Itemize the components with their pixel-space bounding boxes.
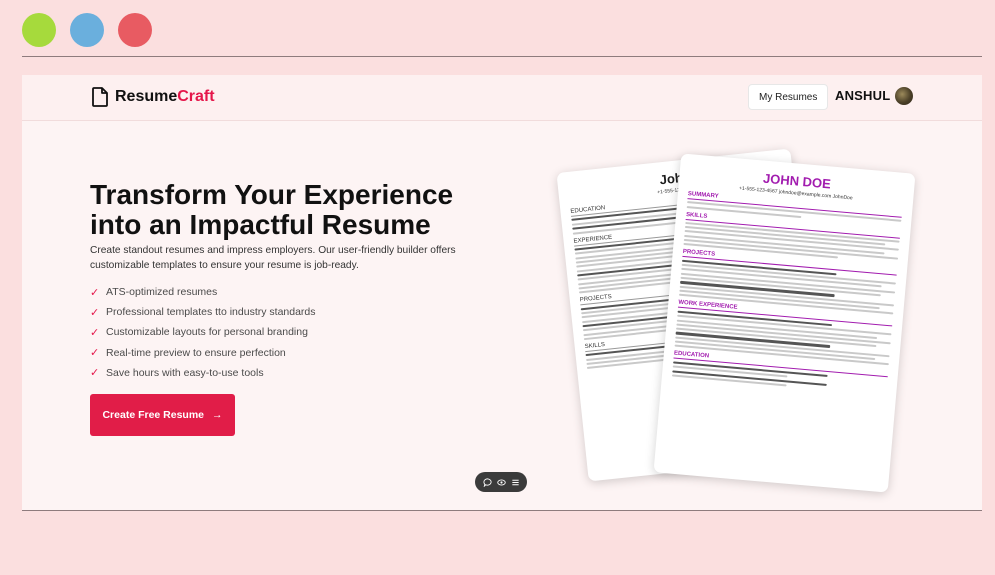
feature-item: ✓ Real-time preview to ensure perfection <box>90 343 316 363</box>
window-dot-blue[interactable] <box>70 13 104 47</box>
brand-name: Resume <box>115 88 178 105</box>
feature-label: Real-time preview to ensure perfection <box>106 346 286 359</box>
username-label[interactable]: ANSHUL <box>835 88 890 103</box>
feature-item: ✓ Customizable layouts for personal brand… <box>90 322 316 342</box>
create-free-resume-button[interactable]: Create Free Resume → <box>90 394 235 436</box>
feature-label: Save hours with easy-to-use tools <box>106 366 264 379</box>
resume-preview-front: JOHN DOE +1-555-123-4567 johndoe@example… <box>653 153 916 493</box>
feature-label: Customizable layouts for personal brandi… <box>106 326 308 339</box>
divider-bottom <box>22 510 982 511</box>
check-icon: ✓ <box>90 367 100 380</box>
check-icon: ✓ <box>90 286 100 299</box>
arrow-right-icon: → <box>212 409 223 421</box>
floating-toolbar <box>475 472 527 492</box>
chat-icon[interactable] <box>482 477 492 487</box>
brand-logo[interactable]: ResumeCraft <box>92 87 215 107</box>
feature-list: ✓ ATS-optimized resumes ✓ Professional tem… <box>90 282 316 383</box>
feature-item: ✓ ATS-optimized resumes <box>90 282 316 302</box>
window-dot-red[interactable] <box>118 13 152 47</box>
feature-label: ATS-optimized resumes <box>106 286 218 299</box>
my-resumes-button[interactable]: My Resumes <box>748 84 829 110</box>
check-icon: ✓ <box>90 326 100 339</box>
feature-label: Professional templates tto industry stan… <box>106 306 316 319</box>
hero-title-line-1: Transform Your Experience <box>90 179 454 210</box>
brand-name-accent: Craft <box>177 88 215 105</box>
divider-top <box>22 56 982 57</box>
window-dot-green[interactable] <box>22 13 56 47</box>
feature-item: ✓ Save hours with easy-to-use tools <box>90 363 316 383</box>
check-icon: ✓ <box>90 347 100 360</box>
check-icon: ✓ <box>90 306 100 319</box>
avatar[interactable] <box>895 87 913 105</box>
app-window: ResumeCraft My Resumes ANSHUL Transform … <box>22 75 982 510</box>
hero-title: Transform Your Experience into an Impact… <box>90 180 520 240</box>
document-icon <box>92 87 108 107</box>
hero-subtitle: Create standout resumes and impress empl… <box>90 245 456 271</box>
hero-title-line-2: into an Impactful Resume <box>90 209 431 240</box>
feature-item: ✓ Professional templates tto industry sta… <box>90 302 316 322</box>
cta-label: Create Free Resume <box>102 409 205 421</box>
eye-icon[interactable] <box>496 478 506 487</box>
window-controls <box>22 13 152 47</box>
navbar: ResumeCraft My Resumes ANSHUL <box>22 75 982 121</box>
menu-icon[interactable] <box>511 478 520 487</box>
